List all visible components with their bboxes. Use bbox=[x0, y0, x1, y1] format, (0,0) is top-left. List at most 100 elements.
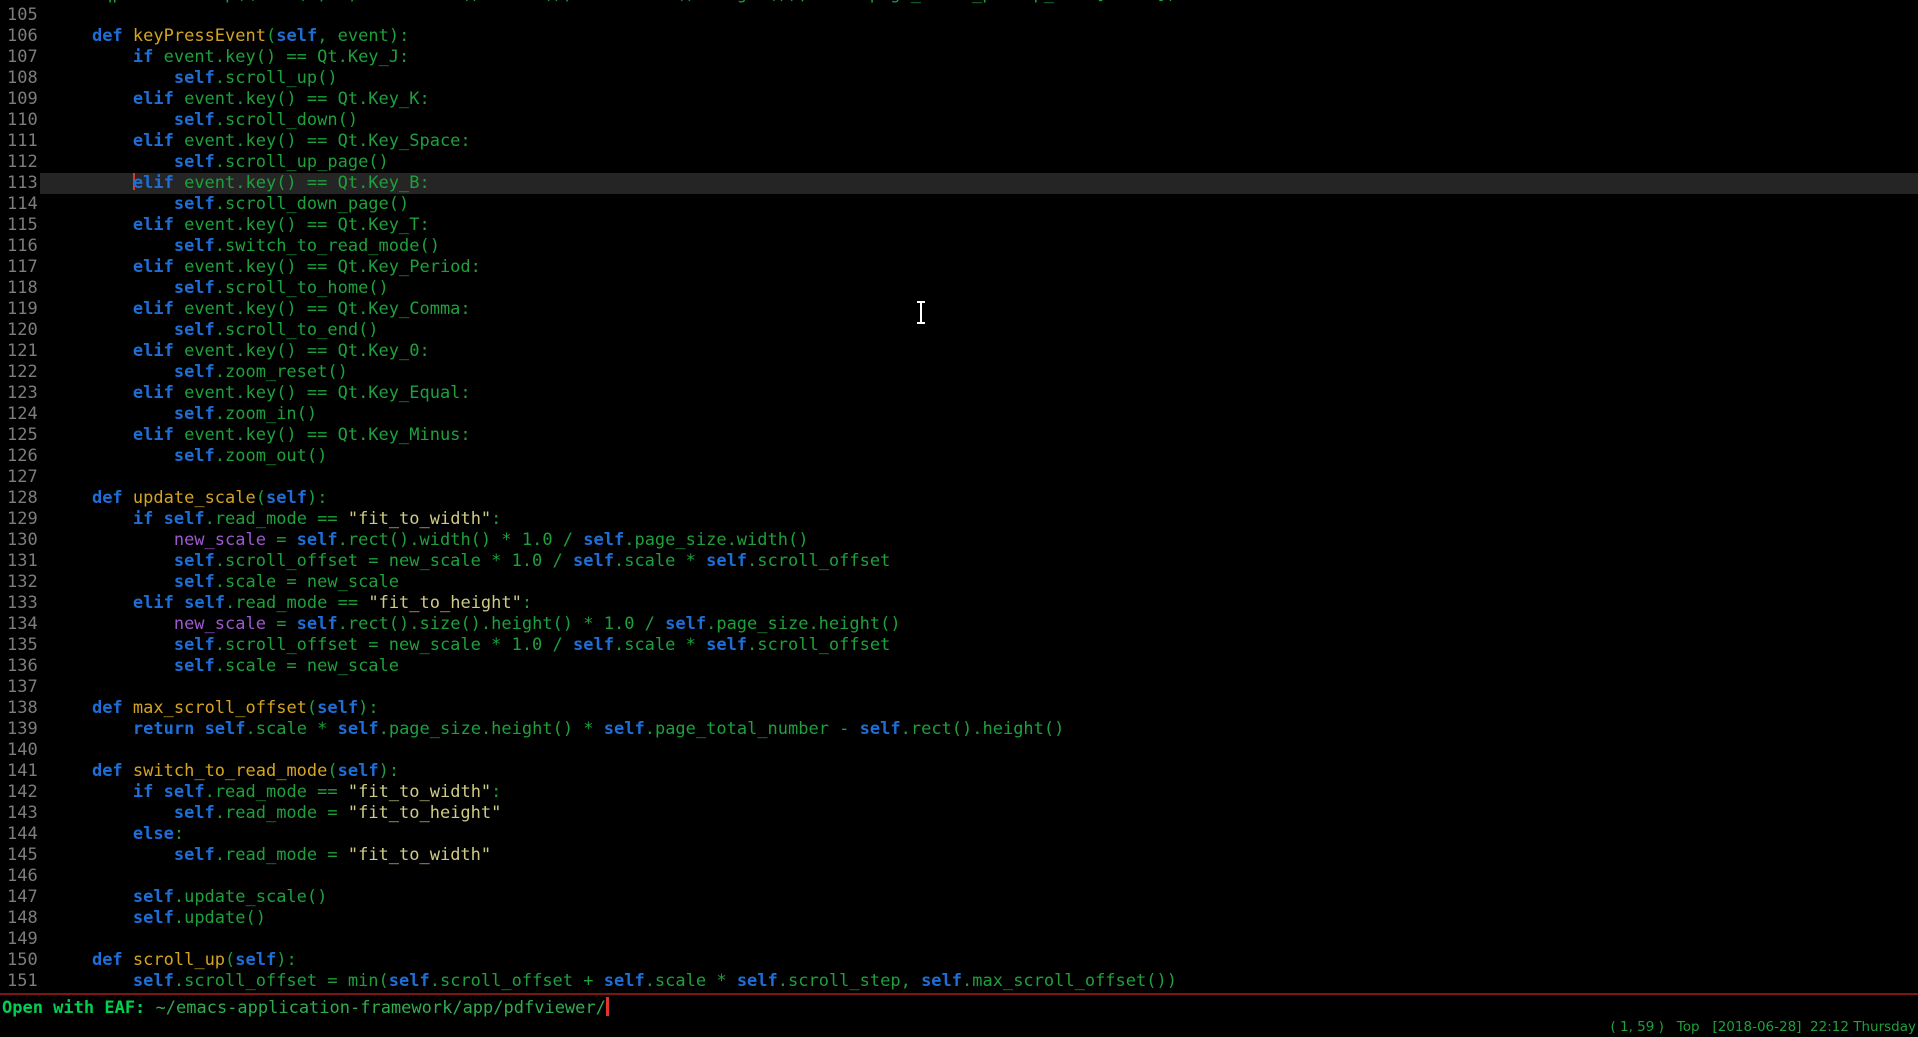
line-number: 120 bbox=[0, 320, 40, 341]
code-token bbox=[51, 278, 174, 298]
code-token: self bbox=[174, 152, 215, 172]
code-token: self bbox=[573, 551, 614, 571]
code-line[interactable]: 110 self.scroll_down() bbox=[0, 110, 1918, 131]
line-number: 113 bbox=[0, 173, 40, 194]
code-line[interactable]: 121 elif event.key() == Qt.Key_0: bbox=[0, 341, 1918, 362]
line-number: 141 bbox=[0, 761, 40, 782]
code-line[interactable]: 105 bbox=[0, 5, 1918, 26]
minibuffer-cursor bbox=[606, 997, 609, 1016]
code-line[interactable]: 127 bbox=[0, 467, 1918, 488]
code-token: ): bbox=[358, 698, 378, 718]
code-buffer[interactable]: qp.drawPixmap(QRect(0, 0, self.rect().wi… bbox=[0, 0, 1918, 993]
code-token: self bbox=[174, 236, 215, 256]
code-line[interactable]: 119 elif event.key() == Qt.Key_Comma: bbox=[0, 299, 1918, 320]
code-line[interactable]: 147 self.update_scale() bbox=[0, 887, 1918, 908]
code-text: elif event.key() == Qt.Key_Space: bbox=[40, 131, 1918, 152]
code-token: .update_scale() bbox=[174, 887, 328, 907]
code-token: = bbox=[266, 614, 297, 634]
code-token: .scale * bbox=[614, 635, 706, 655]
code-line[interactable]: 141 def switch_to_read_mode(self): bbox=[0, 761, 1918, 782]
code-line[interactable]: 140 bbox=[0, 740, 1918, 761]
code-line[interactable]: 128 def update_scale(self): bbox=[0, 488, 1918, 509]
code-line[interactable]: 117 elif event.key() == Qt.Key_Period: bbox=[0, 257, 1918, 278]
code-line[interactable]: 131 self.scroll_offset = new_scale * 1.0… bbox=[0, 551, 1918, 572]
code-line[interactable]: 126 self.zoom_out() bbox=[0, 446, 1918, 467]
code-line[interactable]: 151 self.scroll_offset = min(self.scroll… bbox=[0, 971, 1918, 992]
code-line[interactable]: 148 self.update() bbox=[0, 908, 1918, 929]
code-line[interactable]: 132 self.scale = new_scale bbox=[0, 572, 1918, 593]
code-token bbox=[51, 845, 174, 865]
code-line[interactable]: 125 elif event.key() == Qt.Key_Minus: bbox=[0, 425, 1918, 446]
minibuffer-input[interactable]: ~/emacs-application-framework/app/pdfvie… bbox=[156, 998, 606, 1018]
code-line[interactable]: 111 elif event.key() == Qt.Key_Space: bbox=[0, 131, 1918, 152]
code-token: .read_mode == bbox=[225, 593, 368, 613]
code-line[interactable]: 129 if self.read_mode == "fit_to_width": bbox=[0, 509, 1918, 530]
minibuffer[interactable]: Open with EAF: ~/emacs-application-frame… bbox=[2, 997, 609, 1018]
code-line[interactable]: 133 elif self.read_mode == "fit_to_heigh… bbox=[0, 593, 1918, 614]
code-token: update_scale bbox=[133, 488, 256, 508]
code-token: new_scale bbox=[174, 530, 266, 550]
line-number: 124 bbox=[0, 404, 40, 425]
code-token bbox=[51, 257, 133, 277]
code-line[interactable]: 135 self.scroll_offset = new_scale * 1.0… bbox=[0, 635, 1918, 656]
code-token bbox=[51, 824, 133, 844]
line-number: 115 bbox=[0, 215, 40, 236]
code-token bbox=[51, 530, 174, 550]
code-line[interactable]: 149 bbox=[0, 929, 1918, 950]
code-line[interactable]: 144 else: bbox=[0, 824, 1918, 845]
code-token: self bbox=[665, 614, 706, 634]
code-token: elif bbox=[133, 383, 174, 403]
code-line[interactable]: 123 elif event.key() == Qt.Key_Equal: bbox=[0, 383, 1918, 404]
code-token: .scale * bbox=[645, 971, 737, 991]
code-line[interactable]: 139 return self.scale * self.page_size.h… bbox=[0, 719, 1918, 740]
code-token: : bbox=[491, 509, 501, 529]
code-line[interactable]: 145 self.read_mode = "fit_to_width" bbox=[0, 845, 1918, 866]
code-line[interactable]: 137 bbox=[0, 677, 1918, 698]
code-line[interactable]: 138 def max_scroll_offset(self): bbox=[0, 698, 1918, 719]
code-text: self.scroll_to_end() bbox=[40, 320, 1918, 341]
code-line[interactable]: 124 self.zoom_in() bbox=[0, 404, 1918, 425]
code-text bbox=[40, 677, 1918, 698]
code-line[interactable]: 146 bbox=[0, 866, 1918, 887]
code-line[interactable]: 120 self.scroll_to_end() bbox=[0, 320, 1918, 341]
code-text: def scroll_up(self): bbox=[40, 950, 1918, 971]
code-token: self bbox=[338, 719, 379, 739]
code-line[interactable]: 134 new_scale = self.rect().size().heigh… bbox=[0, 614, 1918, 635]
code-token: def bbox=[92, 761, 123, 781]
code-token: self bbox=[317, 698, 358, 718]
code-line[interactable]: 143 self.read_mode = "fit_to_height" bbox=[0, 803, 1918, 824]
code-line[interactable]: 122 self.zoom_reset() bbox=[0, 362, 1918, 383]
code-line[interactable]: 116 self.switch_to_read_mode() bbox=[0, 236, 1918, 257]
code-text: if self.read_mode == "fit_to_width": bbox=[40, 782, 1918, 803]
code-token: .read_mode = bbox=[215, 803, 348, 823]
code-token: self bbox=[133, 887, 174, 907]
code-token: ( bbox=[256, 488, 266, 508]
code-line[interactable]: 112 self.scroll_up_page() bbox=[0, 152, 1918, 173]
partial-code-text: qp.drawPixmap(QRect(0, 0, self.rect().wi… bbox=[0, 0, 1918, 5]
code-line[interactable]: 118 self.scroll_to_home() bbox=[0, 278, 1918, 299]
code-token: event.key() == Qt.Key_J: bbox=[153, 47, 409, 67]
code-token: .rect().height() bbox=[901, 719, 1065, 739]
code-line[interactable]: 114 self.scroll_down_page() bbox=[0, 194, 1918, 215]
code-text: elif event.key() == Qt.Key_B: bbox=[40, 173, 1918, 194]
code-token bbox=[51, 299, 133, 319]
line-number: 146 bbox=[0, 866, 40, 887]
code-token: self bbox=[276, 26, 317, 46]
code-line[interactable]: 107 if event.key() == Qt.Key_J: bbox=[0, 47, 1918, 68]
code-line[interactable]: 108 self.scroll_up() bbox=[0, 68, 1918, 89]
code-line[interactable]: 142 if self.read_mode == "fit_to_width": bbox=[0, 782, 1918, 803]
code-line[interactable]: 136 self.scale = new_scale bbox=[0, 656, 1918, 677]
code-text: elif self.read_mode == "fit_to_height": bbox=[40, 593, 1918, 614]
line-number: 140 bbox=[0, 740, 40, 761]
code-token: self bbox=[389, 971, 430, 991]
code-line[interactable]: 113 elif event.key() == Qt.Key_B: bbox=[0, 173, 1918, 194]
code-line[interactable]: 106 def keyPressEvent(self, event): bbox=[0, 26, 1918, 47]
code-token bbox=[51, 782, 133, 802]
code-token: elif bbox=[133, 299, 174, 319]
code-line[interactable]: 130 new_scale = self.rect().width() * 1.… bbox=[0, 530, 1918, 551]
code-line[interactable]: 109 elif event.key() == Qt.Key_K: bbox=[0, 89, 1918, 110]
code-line[interactable]: 115 elif event.key() == Qt.Key_T: bbox=[0, 215, 1918, 236]
code-text: elif event.key() == Qt.Key_Comma: bbox=[40, 299, 1918, 320]
code-line[interactable]: 150 def scroll_up(self): bbox=[0, 950, 1918, 971]
code-token: .update() bbox=[174, 908, 266, 928]
